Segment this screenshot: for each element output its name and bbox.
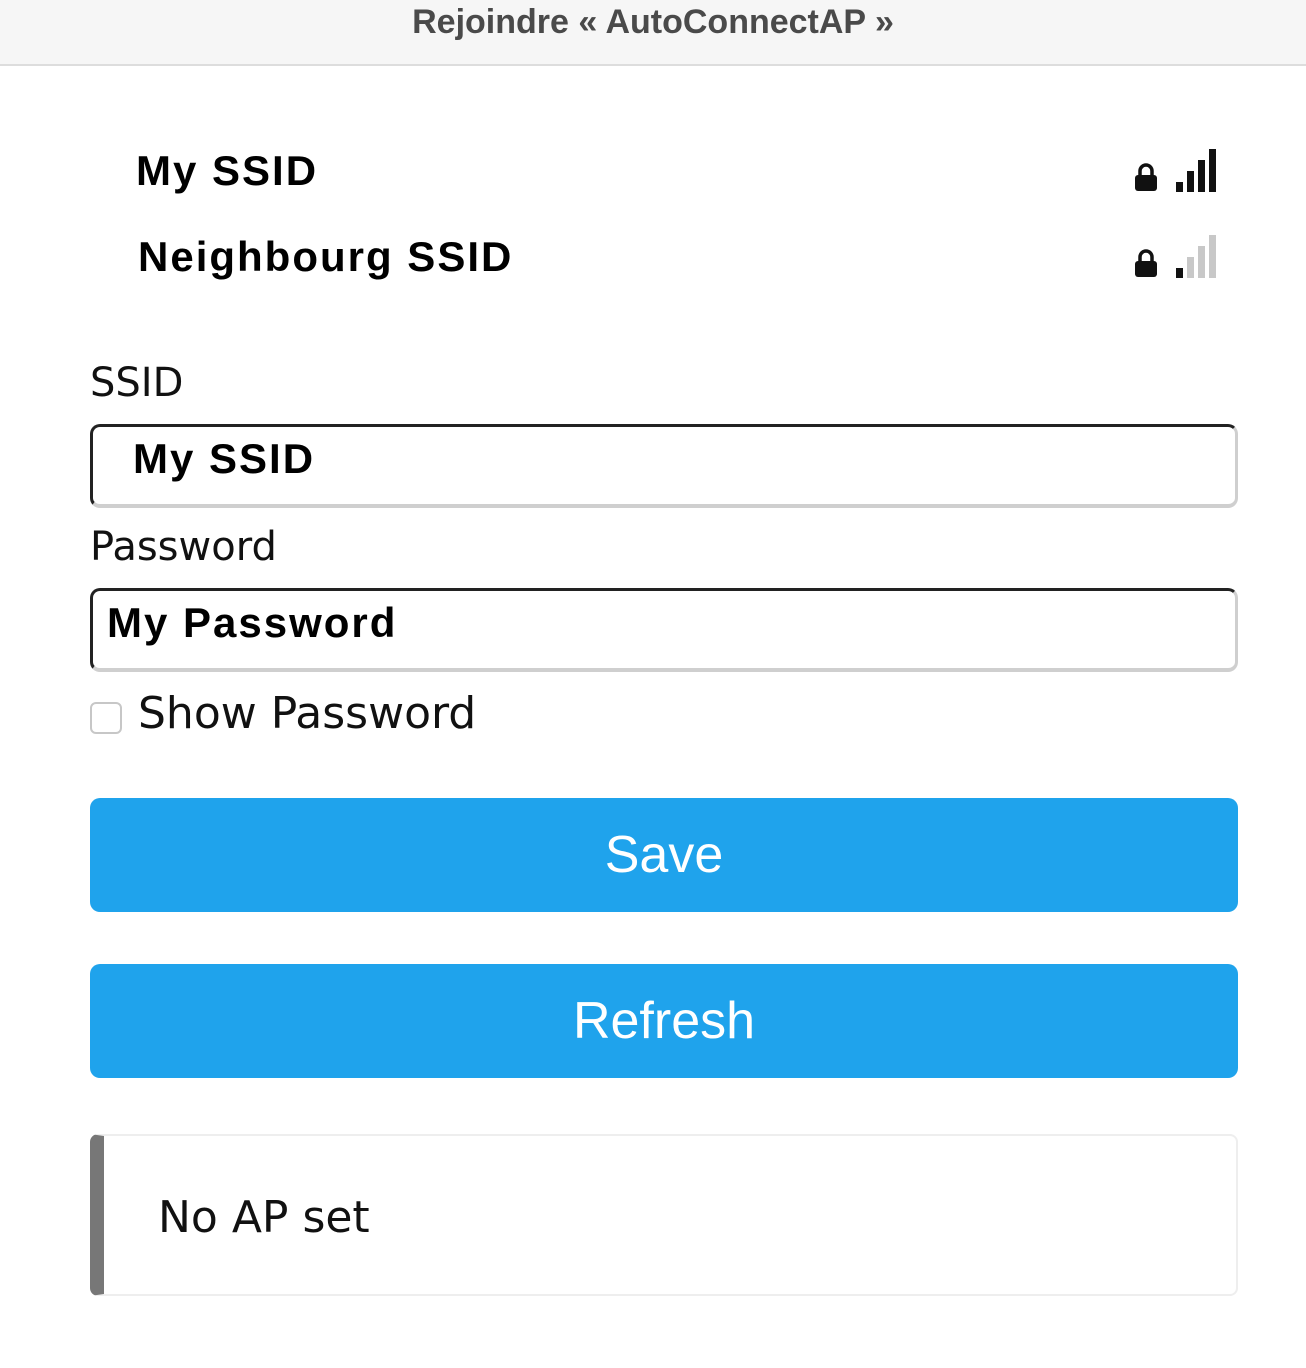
network-ssid: Neighbourg SSID — [138, 233, 514, 280]
network-icons — [1134, 146, 1218, 196]
password-input[interactable]: My Password — [90, 588, 1238, 672]
window-titlebar: Rejoindre « AutoConnectAP » — [0, 0, 1306, 66]
window-title: Rejoindre « AutoConnectAP » — [412, 2, 894, 41]
wifi-signal-icon — [1174, 146, 1218, 196]
network-ssid: My SSID — [136, 147, 319, 194]
network-icons — [1134, 232, 1218, 282]
network-item-my-ssid[interactable]: My SSID — [90, 136, 1218, 206]
password-label: Password — [90, 524, 277, 570]
network-item-neighbourg-ssid[interactable]: Neighbourg SSID — [90, 222, 1218, 292]
signal-bar — [1198, 160, 1205, 192]
signal-bar — [1209, 149, 1216, 192]
ssid-input-value: My SSID — [133, 435, 316, 482]
lock-icon — [1134, 162, 1158, 196]
signal-bar — [1176, 268, 1183, 278]
show-password-label[interactable]: Show Password — [138, 688, 476, 739]
status-message: No AP set — [158, 1191, 370, 1243]
status-message-box: No AP set — [90, 1134, 1238, 1296]
signal-bar — [1209, 235, 1216, 278]
save-button[interactable]: Save — [90, 798, 1238, 912]
signal-bar — [1187, 257, 1194, 278]
refresh-button[interactable]: Refresh — [90, 964, 1238, 1078]
ssid-label: SSID — [90, 360, 184, 406]
ssid-input[interactable]: My SSID — [90, 424, 1238, 508]
lock-icon — [1134, 248, 1158, 282]
show-password-checkbox[interactable] — [90, 702, 122, 734]
password-input-value: My Password — [107, 599, 398, 646]
signal-bar — [1176, 182, 1183, 192]
signal-bar — [1198, 246, 1205, 278]
signal-bar — [1187, 171, 1194, 192]
wifi-signal-icon — [1174, 232, 1218, 282]
